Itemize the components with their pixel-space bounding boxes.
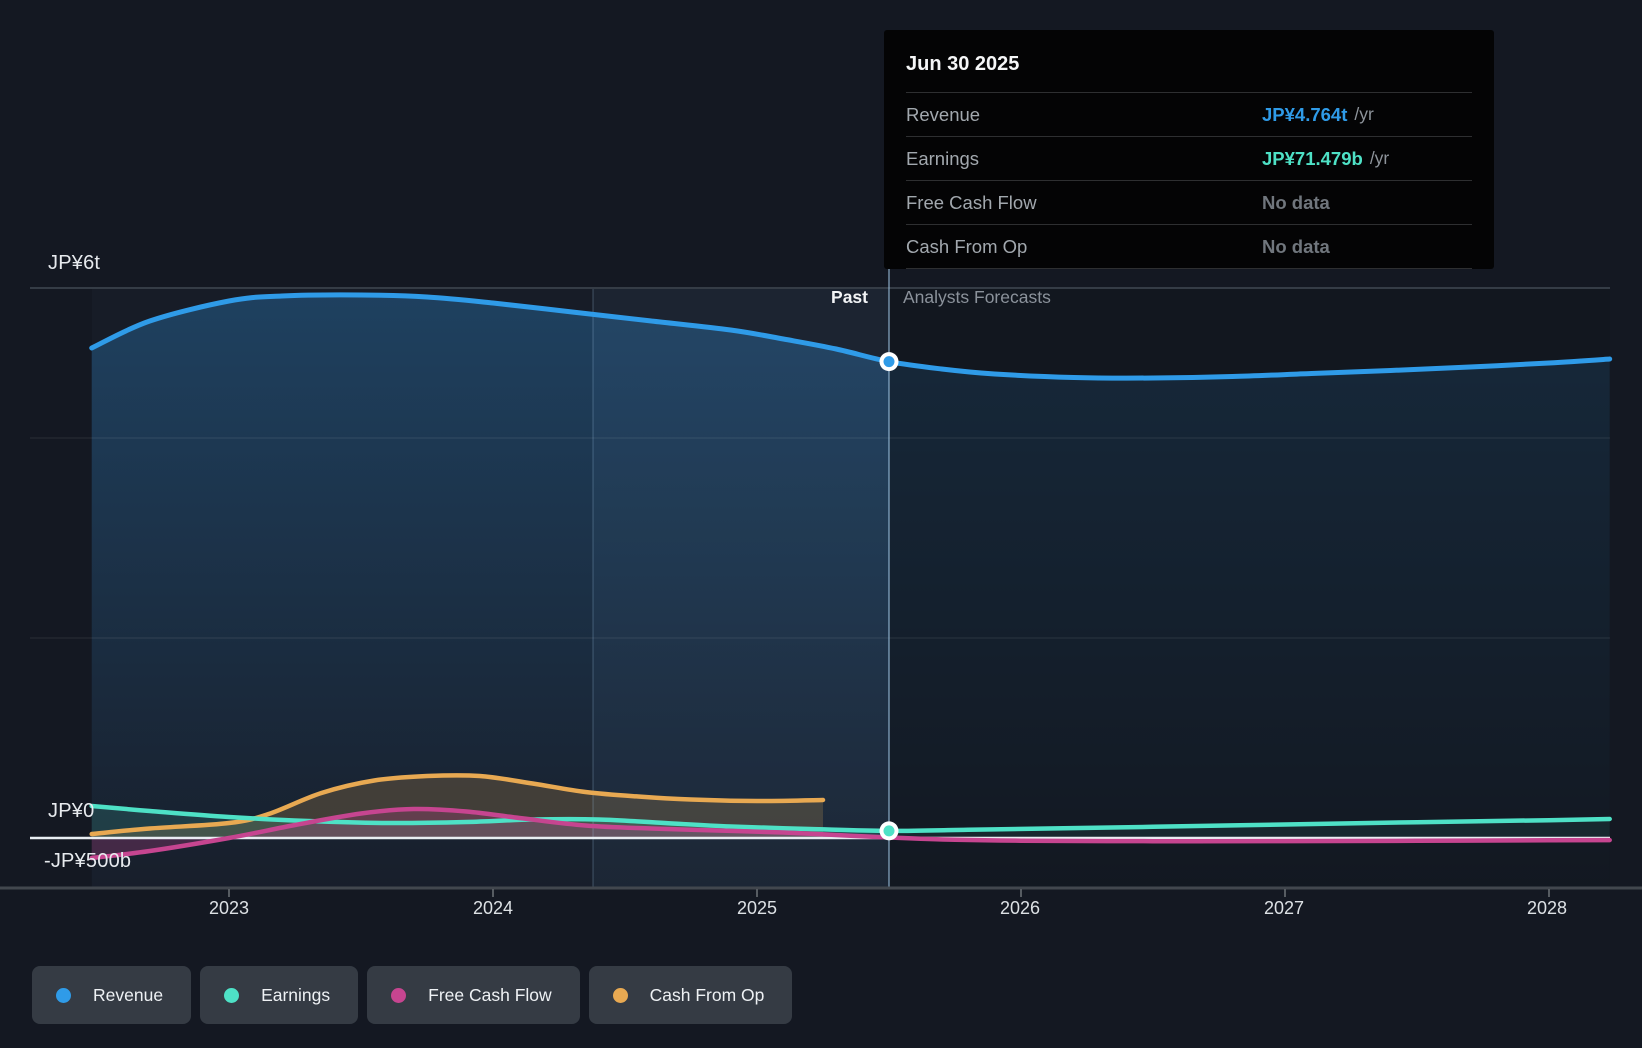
x-tick-2026: 2026 [999, 898, 1041, 918]
x-tick-2027: 2027 [1263, 898, 1305, 918]
earnings-marker-dot[interactable] [883, 825, 895, 837]
tooltip-value: No data [1262, 235, 1330, 257]
legend-item-free-cash-flow[interactable]: Free Cash Flow [367, 966, 580, 1024]
tooltip-row-cash-from-op: Cash From Op No data [906, 224, 1472, 269]
y-axis-label-neg500b: -JP¥500b [44, 850, 132, 872]
revenue-marker-dot[interactable] [883, 356, 895, 368]
revenue-series-dot-icon [56, 987, 71, 1003]
tooltip-value: JP¥71.479b [1262, 147, 1363, 169]
y-axis-label-0: JP¥0 [48, 800, 95, 822]
past-region-label: Past [831, 287, 868, 307]
legend-label: Cash From Op [649, 984, 765, 1005]
legend-item-revenue[interactable]: Revenue [32, 966, 192, 1024]
tooltip-value-suffix: /yr [1369, 148, 1390, 168]
tooltip-row-free-cash-flow: Free Cash Flow No data [906, 180, 1472, 224]
tooltip-row-earnings: Earnings JP¥71.479b /yr [906, 136, 1472, 180]
y-axis-label-6t: JP¥6t [48, 252, 101, 274]
chart-legend: Revenue Earnings Free Cash Flow Cash Fro… [32, 966, 793, 1024]
tooltip-label: Cash From Op [906, 235, 1028, 257]
legend-label: Revenue [93, 984, 164, 1005]
tooltip-value-suffix: /yr [1354, 104, 1374, 124]
tooltip-value: JP¥4.764t [1262, 103, 1348, 125]
legend-label: Free Cash Flow [428, 984, 552, 1005]
hover-tooltip: Jun 30 2025 Revenue JP¥4.764t /yr Earnin… [884, 30, 1494, 269]
tooltip-label: Free Cash Flow [906, 191, 1037, 213]
legend-item-earnings[interactable]: Earnings [200, 966, 359, 1024]
earnings-series-dot-icon [224, 987, 240, 1003]
cash-from-op-series-dot-icon [612, 987, 628, 1003]
tooltip-value: No data [1262, 191, 1330, 213]
tooltip-row-revenue: Revenue JP¥4.764t /yr [906, 92, 1472, 136]
x-tick-2025: 2025 [736, 898, 778, 918]
x-tick-2023: 2023 [208, 898, 250, 918]
forecast-region-label: Analysts Forecasts [903, 287, 1051, 307]
x-tick-2024: 2024 [472, 898, 514, 918]
tooltip-label: Revenue [906, 103, 981, 125]
tooltip-label: Earnings [906, 147, 980, 169]
x-tick-2028: 2028 [1526, 898, 1568, 918]
tooltip-date: Jun 30 2025 [906, 53, 1020, 75]
legend-label: Earnings [261, 984, 331, 1005]
free-cash-flow-series-dot-icon [391, 987, 407, 1003]
earnings-revenue-chart: JP¥6t JP¥0 -JP¥500b 2023 2024 2025 2026 … [0, 0, 1642, 1048]
x-axis-ticks [228, 889, 1550, 897]
legend-item-cash-from-op[interactable]: Cash From Op [588, 966, 793, 1024]
